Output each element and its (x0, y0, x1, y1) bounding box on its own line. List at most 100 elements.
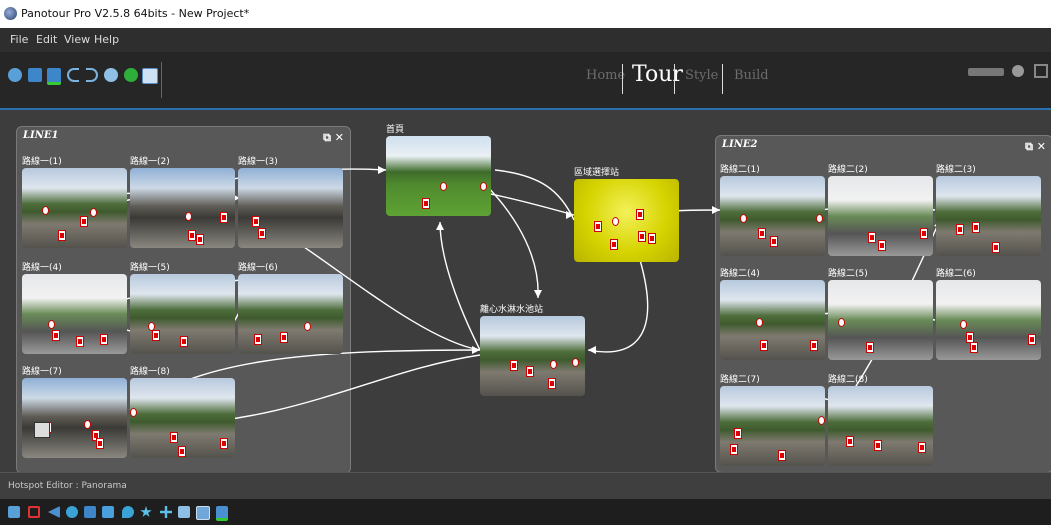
hotspot-marker[interactable] (960, 320, 967, 329)
hotspot-marker[interactable] (638, 231, 646, 242)
hotspot-marker[interactable] (572, 358, 579, 367)
hotspot-marker[interactable] (280, 332, 288, 343)
hotspot-marker[interactable] (196, 234, 204, 245)
hotspot-marker[interactable] (188, 230, 196, 241)
hotspot-marker[interactable] (480, 182, 487, 191)
select-icon[interactable] (8, 506, 20, 518)
hotspot-marker[interactable] (838, 318, 845, 327)
hotspot-marker[interactable] (816, 214, 823, 223)
hotspot-marker[interactable] (220, 212, 228, 223)
zoom-knob[interactable] (1012, 65, 1024, 77)
hotspot-marker[interactable] (178, 446, 186, 457)
redo-icon[interactable] (86, 68, 98, 82)
hotspot-marker[interactable] (84, 420, 91, 429)
hotspot-marker[interactable] (76, 336, 84, 347)
menu-view[interactable]: View (64, 33, 90, 46)
panorama-thumbnail[interactable] (720, 280, 825, 360)
save-icon[interactable] (28, 68, 42, 82)
hotspot-marker[interactable] (220, 438, 228, 449)
panorama-thumbnail[interactable] (828, 280, 933, 360)
hotspot-marker[interactable] (80, 216, 88, 227)
tab-style[interactable]: Style (685, 68, 718, 83)
search-icon[interactable] (8, 68, 22, 82)
menu-file[interactable]: File (10, 33, 28, 46)
hotspot-marker[interactable] (734, 428, 742, 439)
panorama-thumbnail[interactable] (130, 168, 235, 248)
arrow-icon[interactable] (48, 506, 60, 518)
panorama-thumbnail[interactable] (238, 274, 343, 354)
polygon-icon[interactable] (84, 506, 96, 518)
picture-icon[interactable] (196, 506, 210, 520)
hotspot-marker[interactable] (972, 222, 980, 233)
hotspot-marker[interactable] (48, 320, 55, 329)
hotspot-marker[interactable] (130, 408, 137, 417)
hotspot-marker[interactable] (304, 322, 311, 331)
hotspot-marker[interactable] (878, 240, 886, 251)
hotspot-marker[interactable] (868, 232, 876, 243)
hotspot-marker[interactable] (258, 228, 266, 239)
hotspot-marker[interactable] (648, 233, 656, 244)
tab-tour[interactable]: Tour (632, 62, 683, 87)
resize-handle[interactable] (34, 422, 50, 438)
hotspot-marker[interactable] (778, 450, 786, 461)
menu-edit[interactable]: Edit (36, 33, 57, 46)
hotspot-marker[interactable] (550, 360, 557, 369)
undo-icon[interactable] (67, 68, 79, 82)
zoom-slider[interactable] (968, 68, 1004, 76)
hotspot-marker[interactable] (440, 182, 447, 191)
hotspot-marker[interactable] (918, 442, 926, 453)
tab-build[interactable]: Build (734, 68, 769, 83)
save-as-icon[interactable] (47, 68, 61, 85)
panorama-thumbnail[interactable] (130, 378, 235, 458)
panorama-thumbnail[interactable] (22, 168, 127, 248)
hotspot-marker[interactable] (756, 318, 763, 327)
panorama-thumbnail[interactable] (480, 316, 585, 396)
star-icon[interactable] (140, 506, 152, 517)
plus-icon[interactable] (160, 506, 172, 518)
hotspot-marker[interactable] (992, 242, 1000, 253)
settings-icon[interactable] (104, 68, 118, 82)
hotspot-marker[interactable] (96, 438, 104, 449)
panorama-thumbnail[interactable] (238, 168, 343, 248)
drop-icon[interactable] (122, 506, 134, 518)
hotspot-marker[interactable] (58, 230, 66, 241)
hotspot-marker[interactable] (636, 209, 644, 220)
hotspot-marker[interactable] (874, 440, 882, 451)
hotspot-marker[interactable] (170, 432, 178, 443)
panorama-thumbnail[interactable] (828, 386, 933, 466)
hotspot-marker[interactable] (740, 214, 747, 223)
panorama-thumbnail[interactable] (22, 378, 127, 458)
panorama-thumbnail[interactable] (720, 386, 825, 466)
hotspot-marker[interactable] (526, 366, 534, 377)
hotspot-marker[interactable] (970, 342, 978, 353)
hotspot-marker[interactable] (956, 224, 964, 235)
panorama-thumbnail[interactable] (22, 274, 127, 354)
square-icon[interactable] (178, 506, 190, 518)
hotspot-marker[interactable] (180, 336, 188, 347)
hotspot-marker[interactable] (254, 334, 262, 345)
screen-icon[interactable] (142, 68, 158, 84)
panorama-thumbnail[interactable] (574, 179, 679, 262)
export-icon[interactable] (216, 506, 228, 521)
menu-help[interactable]: Help (94, 33, 119, 46)
hotspot-marker[interactable] (510, 360, 518, 371)
hotspot-marker[interactable] (866, 342, 874, 353)
panorama-thumbnail[interactable] (936, 280, 1041, 360)
hotspot-marker[interactable] (810, 340, 818, 351)
hotspot-marker[interactable] (612, 217, 619, 226)
panorama-thumbnail[interactable] (936, 176, 1041, 256)
hotspot-marker[interactable] (760, 340, 768, 351)
fit-view-icon[interactable] (1034, 64, 1048, 78)
hotspot-marker[interactable] (846, 436, 854, 447)
hotspot-marker[interactable] (548, 378, 556, 389)
play-icon[interactable] (124, 68, 138, 82)
hotspot-icon[interactable] (28, 506, 40, 518)
hotspot-marker[interactable] (152, 330, 160, 341)
hotspot-marker[interactable] (100, 334, 108, 345)
hotspot-marker[interactable] (920, 228, 928, 239)
panorama-thumbnail[interactable] (720, 176, 825, 256)
hotspot-marker[interactable] (185, 212, 192, 221)
hotspot-marker[interactable] (730, 444, 738, 455)
panorama-thumbnail[interactable] (828, 176, 933, 256)
tour-graph-canvas[interactable]: LINE1 ⧉ ✕ LINE2 ⧉ ✕ 路線一(1) 路線一(2) 路線一(3)… (0, 110, 1051, 472)
